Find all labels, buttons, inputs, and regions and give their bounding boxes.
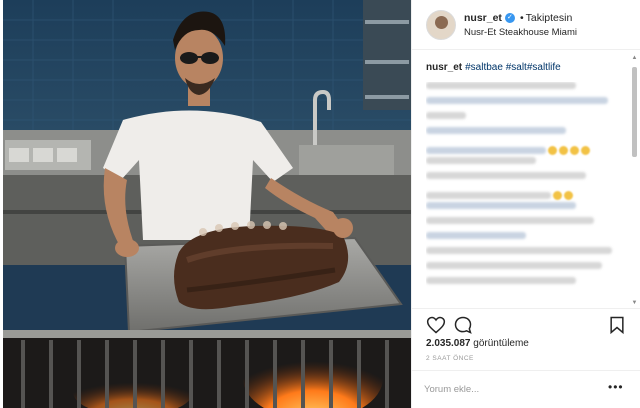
post-caption: nusr_et #saltbae #salt#saltlife (426, 62, 561, 73)
post-video[interactable] (3, 0, 411, 408)
list-item (426, 157, 536, 164)
avatar[interactable] (426, 10, 456, 40)
list-item (426, 142, 626, 156)
list-item (426, 127, 566, 134)
caption-hashtags[interactable]: #saltbae #salt#saltlife (465, 62, 561, 73)
location-link[interactable]: Nusr-Et Steakhouse Miami (464, 27, 577, 38)
list-item (426, 277, 576, 284)
comment-input[interactable] (424, 379, 594, 399)
views-number: 2.035.087 (426, 338, 471, 349)
list-item (426, 82, 576, 89)
separator-dot: • (519, 12, 524, 24)
scroll-down-icon[interactable]: ▼ (631, 300, 638, 307)
username-link[interactable]: nusr_et (464, 12, 502, 24)
heart-icon[interactable] (426, 315, 446, 335)
list-item (426, 217, 594, 224)
follow-status-button[interactable]: Takiptesin (526, 12, 573, 24)
instagram-post-window: nusr_et ✓ • Takiptesin Nusr-Et Steakhouse M… (0, 0, 640, 408)
list-item (426, 247, 612, 254)
list-item (426, 112, 466, 119)
post-header: nusr_et ✓ • Takiptesin Nusr-Et Steakhouse M… (412, 0, 640, 50)
more-options-icon[interactable]: ••• (608, 381, 624, 393)
post-details-panel: nusr_et ✓ • Takiptesin Nusr-Et Steakhouse M… (411, 0, 640, 408)
comments-scrollbar[interactable]: ▲ ▼ (631, 55, 638, 307)
list-item (426, 262, 602, 269)
bookmark-icon[interactable] (607, 315, 627, 335)
header-user-line: nusr_et ✓ • Takiptesin (464, 12, 572, 24)
scrollbar-thumb[interactable] (632, 67, 637, 157)
list-item (426, 97, 608, 104)
verified-badge-icon: ✓ (504, 13, 515, 24)
video-frame-illustration (3, 0, 411, 408)
list-item (426, 187, 626, 201)
list-item (426, 232, 526, 239)
comments-list-blurred (426, 82, 626, 304)
add-comment-section: ••• (412, 370, 640, 408)
views-count[interactable]: 2.035.087 görüntüleme (426, 338, 529, 349)
list-item (426, 172, 586, 179)
list-item (426, 202, 576, 209)
views-label: görüntüleme (473, 338, 529, 349)
action-bar (412, 308, 640, 338)
post-timestamp[interactable]: 2 SAAT ÖNCE (426, 355, 474, 362)
comment-bubble-icon[interactable] (453, 315, 473, 335)
caption-username[interactable]: nusr_et (426, 62, 462, 73)
scroll-up-icon[interactable]: ▲ (631, 55, 638, 62)
